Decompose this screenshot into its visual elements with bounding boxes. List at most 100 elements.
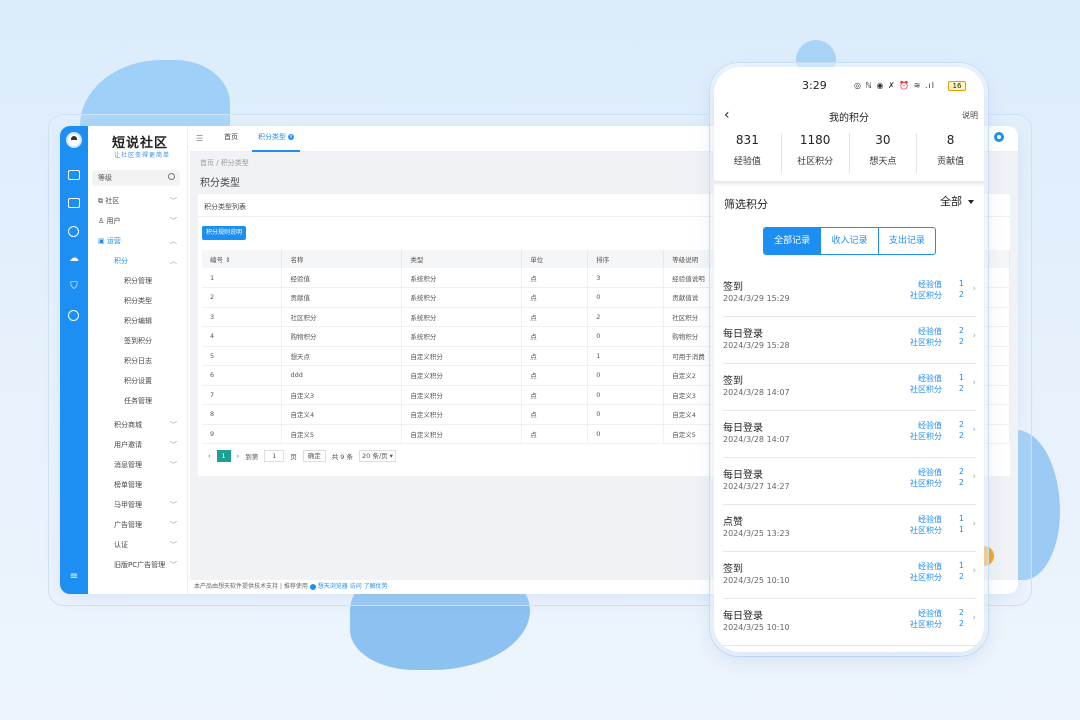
goto-label: 到第	[245, 453, 259, 461]
stat-item[interactable]: 1180 社区积分	[782, 133, 850, 173]
table-cell: 0	[587, 365, 665, 386]
prev-page-icon[interactable]: ‹	[208, 452, 211, 460]
status-icons: ◎ ℕ ◉ ✗ ⏰ ≋ .ıl	[854, 81, 935, 90]
record-name: 签到	[723, 564, 743, 575]
record-k1: 经验值	[918, 562, 942, 571]
sidebar-item-label: 旧版PC广告管理	[114, 561, 166, 569]
filter-label: 筛选积分	[724, 198, 768, 211]
monitor-icon[interactable]	[68, 170, 80, 180]
sidebar-item-label: 任务管理	[124, 397, 152, 405]
search-icon[interactable]	[168, 173, 175, 180]
list-item[interactable]: 点赞 2024/3/25 13:23 经验值 社区积分 1 1 ›	[723, 505, 976, 552]
sidebar-search-text: 等级	[98, 174, 112, 182]
record-v1: 2	[958, 608, 964, 617]
column-header[interactable]: 编号 ⇕	[202, 250, 283, 268]
sidebar-item[interactable]: 积分类型	[124, 296, 187, 306]
table-cell: 系统积分	[401, 307, 523, 327]
sidebar-item[interactable]: 认证 ﹀	[114, 540, 187, 550]
avatar[interactable]	[66, 132, 82, 148]
sidebar-item[interactable]: 积分管理	[124, 276, 187, 286]
table-cell: 2	[202, 287, 283, 308]
sidebar-item-label: 签到积分	[124, 337, 152, 345]
segment-tab[interactable]: 全部记录	[764, 228, 822, 254]
table-cell: 0	[587, 424, 665, 444]
footer-support: 本产品由想天软件提供技术支持	[194, 583, 279, 590]
sidebar-item[interactable]: 广告管理 ﹀	[114, 520, 187, 530]
list-item[interactable]: 签到 2024/3/28 14:07 经验值 社区积分 1 2 ›	[723, 364, 976, 411]
stat-value: 1180	[799, 133, 831, 147]
sidebar-item[interactable]: 积分商城 ﹀	[114, 420, 187, 430]
globe-icon[interactable]	[68, 226, 79, 237]
sidebar: 短说社区 让社区变得更简单 等级 ⧉ 社区 ﹀ ♙ 用户 ﹀ ▣ 运营 ︿ 积分 ︿ 积分管理积…	[88, 126, 215, 594]
page-current[interactable]: 1	[216, 450, 231, 462]
record-v1: 1	[958, 373, 964, 382]
list-item[interactable]: 每日登录 2024/3/27 14:27 经验值 社区积分 2 2 ›	[723, 458, 976, 505]
record-name: 每日登录	[723, 470, 763, 481]
table-cell: 点	[521, 268, 589, 288]
table-cell: 系统积分	[401, 326, 523, 347]
sidebar-item[interactable]: 积分编辑	[124, 316, 187, 326]
breadcrumb: 首页 / 积分类型	[200, 159, 249, 167]
close-tab-icon[interactable]: ×	[288, 134, 294, 140]
list-item[interactable]: 每日登录 2024/3/25 10:10 经验值 社区积分 2 2 ›	[723, 599, 976, 646]
upload-cloud-icon[interactable]	[68, 310, 79, 321]
tab-home[interactable]: 首页	[224, 126, 238, 152]
chevron-icon: ﹀	[170, 421, 177, 429]
footer-tail-link[interactable]: 访问 了解优势	[350, 583, 388, 590]
page-input[interactable]: 1	[264, 450, 285, 462]
rule-info-button[interactable]: 积分规则说明	[202, 226, 247, 240]
cloud-icon[interactable]: ☁	[68, 254, 80, 264]
sidebar-item[interactable]: 积分设置	[124, 376, 187, 386]
segment-tab[interactable]: 支出记录	[879, 228, 935, 254]
list-item[interactable]: 每日登录 2024/3/28 14:07 经验值 社区积分 2 2 ›	[723, 411, 976, 458]
shield-icon[interactable]: ⛉	[68, 282, 80, 292]
next-page-icon[interactable]: ›	[237, 452, 240, 460]
segment-tab[interactable]: 收入记录	[821, 228, 879, 254]
filter-row[interactable]: 筛选积分 全部	[724, 193, 974, 211]
footer-brand-link[interactable]: 想天浏览器	[318, 583, 348, 590]
record-list: 签到 2024/3/29 15:29 经验值 社区积分 1 2 › 每日登录 2024/3/29…	[723, 270, 976, 646]
sidebar-item[interactable]: 积分日志	[124, 356, 187, 366]
list-item[interactable]: 签到 2024/3/25 10:10 经验值 社区积分 1 2 ›	[723, 552, 976, 599]
sidebar-item[interactable]: 马甲管理 ﹀	[114, 500, 187, 510]
list-item[interactable]: 签到 2024/3/29 15:29 经验值 社区积分 1 2 ›	[723, 270, 976, 317]
tab-point-types[interactable]: 积分类型 ×	[252, 126, 300, 152]
chevron-icon: ﹀	[170, 461, 177, 469]
stat-item[interactable]: 30 想天点	[850, 133, 918, 173]
sidebar-item[interactable]: 签到积分	[124, 336, 187, 346]
filter-dropdown[interactable]: 全部	[940, 193, 974, 209]
list-item[interactable]: 每日登录 2024/3/29 15:28 经验值 社区积分 2 2 ›	[723, 317, 976, 364]
record-k2: 社区积分	[910, 291, 942, 300]
page-size-select[interactable]: 20 条/页 ▾	[359, 450, 396, 462]
sidebar-item[interactable]: 榜单管理	[114, 480, 187, 490]
sidebar-item[interactable]: 积分 ︿	[114, 256, 187, 266]
table-cell: 4	[202, 326, 283, 347]
table-cell: 自定义积分	[401, 404, 523, 425]
sidebar-item[interactable]: 旧版PC广告管理 ﹀	[114, 560, 187, 570]
sidebar-item[interactable]: ♙ 用户 ﹀	[98, 216, 187, 226]
logo: 短说社区	[112, 136, 169, 151]
menu-icon[interactable]: ≡	[68, 572, 80, 582]
sidebar-search[interactable]: 等级	[92, 170, 180, 186]
stat-item[interactable]: 8 贡献值	[917, 133, 984, 173]
grid-icon[interactable]	[68, 198, 80, 208]
goto-confirm-button[interactable]: 确定	[302, 450, 326, 462]
total-count: 共 9 条	[331, 453, 353, 461]
collapse-icon[interactable]: ☰	[196, 134, 203, 143]
record-name: 签到	[723, 376, 743, 387]
table-cell: 点	[521, 287, 589, 308]
pagination: ‹ 1 › 到第 1 页 确定 共 9 条 20 条/页 ▾	[208, 450, 396, 462]
explain-link[interactable]: 说明	[962, 110, 978, 121]
sidebar-item[interactable]: 消息管理 ﹀	[114, 460, 187, 470]
table-cell: 点	[521, 307, 589, 327]
sidebar-item-label: 积分商城	[114, 421, 142, 429]
chevron-right-icon: ›	[972, 472, 976, 482]
sidebar-item[interactable]: ⧉ 社区 ﹀	[98, 196, 187, 206]
record-v2: 2	[958, 478, 964, 487]
sidebar-item[interactable]: 用户邀请 ﹀	[114, 440, 187, 450]
stat-item[interactable]: 831 经验值	[714, 133, 782, 173]
table-cell: 自定义积分	[401, 346, 523, 366]
record-type-tabs: 全部记录 收入记录 支出记录	[763, 227, 936, 255]
sidebar-item[interactable]: 任务管理	[124, 396, 187, 406]
sidebar-item[interactable]: ▣ 运营 ︿	[98, 236, 187, 246]
